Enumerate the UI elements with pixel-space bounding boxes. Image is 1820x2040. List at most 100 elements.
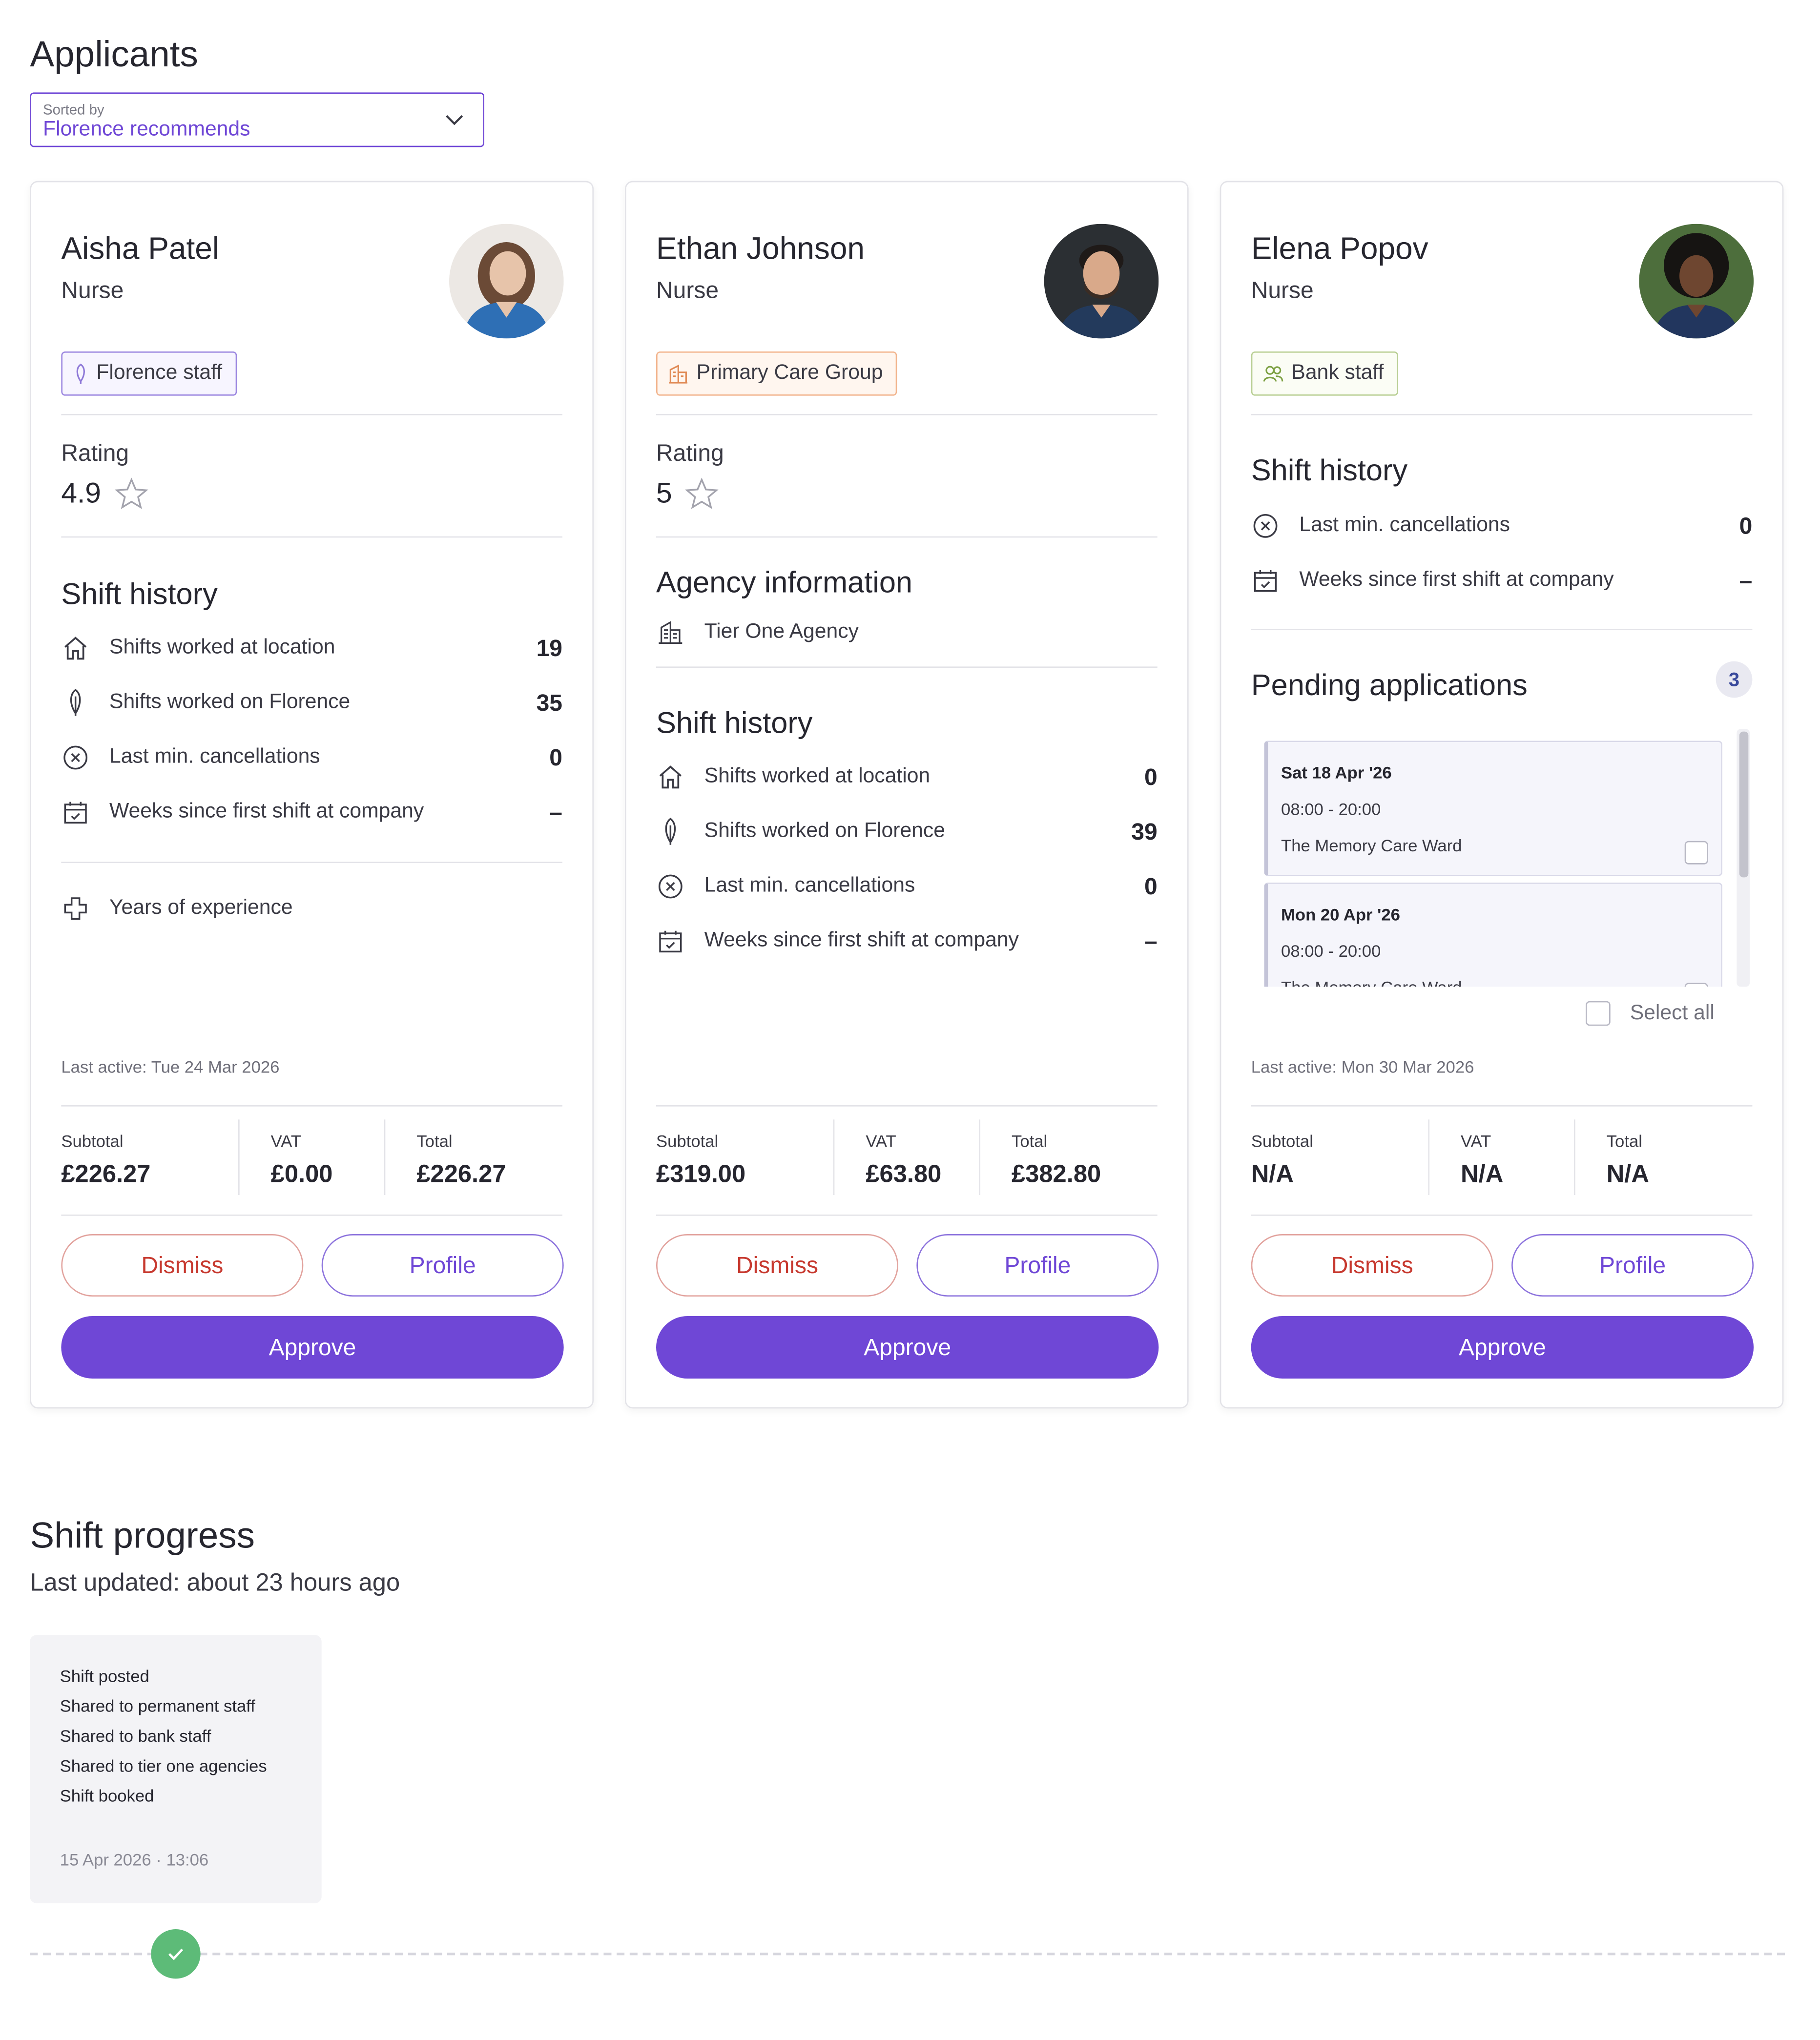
stat-label: Shifts worked at location [109, 637, 335, 659]
divider [1251, 1105, 1753, 1107]
medical-cross-icon [61, 894, 90, 923]
divider [61, 536, 563, 538]
select-all[interactable]: Select all [1586, 1001, 1715, 1026]
pending-time: 08:00 - 20:00 [1281, 941, 1381, 961]
sort-label: Sorted by [43, 103, 104, 119]
dismiss-button[interactable]: Dismiss [656, 1234, 899, 1297]
subtotal-label: Subtotal [656, 1131, 719, 1151]
subtotal-value: £319.00 [656, 1161, 746, 1189]
applicant-card: Elena Popov Nurse Bank staff Shift histo… [1220, 181, 1784, 1409]
stat-row: Weeks since first shift at company – [61, 797, 562, 828]
total: Total £226.27 [385, 1119, 555, 1197]
select-all-checkbox[interactable] [1586, 1001, 1611, 1026]
pending-checkbox[interactable] [1684, 983, 1708, 987]
section-title: Shift history [61, 577, 218, 611]
avatar[interactable] [1044, 224, 1159, 339]
stat-value: 0 [1739, 512, 1753, 538]
applicant-name: Elena Popov [1251, 231, 1428, 267]
staff-badge: Bank staff [1251, 351, 1398, 396]
stat-row: Last min. cancellations 0 [1251, 510, 1753, 541]
stat-label: Last min. cancellations [1299, 514, 1510, 536]
stat-row: Shifts worked at location 19 [61, 633, 562, 664]
staff-badge: Florence staff [61, 351, 237, 396]
subtotal-label: Subtotal [61, 1131, 124, 1151]
vat: VAT £0.00 [240, 1119, 384, 1197]
dismiss-button[interactable]: Dismiss [61, 1234, 304, 1297]
pending-item[interactable]: Mon 20 Apr '26 08:00 - 20:00 The Memory … [1264, 883, 1723, 987]
stat-value: 19 [536, 635, 563, 661]
sort-value: Florence recommends [43, 118, 250, 141]
badge-label: Primary Care Group [696, 362, 883, 384]
stat-row: Weeks since first shift at company – [1251, 565, 1753, 596]
stat-row: Last min. cancellations 0 [61, 742, 562, 773]
pending-list[interactable]: Sat 18 Apr '26 08:00 - 20:00 The Memory … [1251, 729, 1753, 987]
feather-icon [656, 818, 685, 846]
pending-count-badge: 3 [1716, 661, 1753, 698]
vat: VAT £63.80 [834, 1119, 979, 1197]
applicant-card: Ethan Johnson Nurse Primary Care Group R… [625, 181, 1189, 1409]
divider [61, 1215, 563, 1216]
star-icon [114, 477, 148, 509]
cancel-circle-icon [1251, 512, 1280, 540]
rating-value: 4.9 [61, 476, 148, 510]
profile-button[interactable]: Profile [1511, 1234, 1754, 1297]
section-title: Shift progress [30, 1515, 255, 1556]
total-value: £226.27 [416, 1161, 506, 1189]
sort-dropdown[interactable]: Sorted by Florence recommends [30, 92, 485, 147]
vat: VAT N/A [1429, 1119, 1574, 1197]
badge-label: Florence staff [96, 362, 223, 384]
timeline-event: Shared to bank staff [60, 1726, 211, 1746]
page: Applicants Sorted by Florence recommends… [0, 0, 1820, 2040]
section-title: Pending applications [1251, 668, 1528, 702]
profile-button[interactable]: Profile [321, 1234, 564, 1297]
rating-number: 5 [656, 476, 672, 509]
timeline-events: Shift posted Shared to permanent staff S… [60, 1664, 308, 1813]
page-title: Applicants [30, 34, 198, 75]
total-value: £382.80 [1012, 1161, 1101, 1189]
approve-button[interactable]: Approve [1251, 1316, 1754, 1379]
divider [656, 414, 1158, 415]
price-summary: Subtotal £319.00 VAT £63.80 Total £382.8… [656, 1119, 1158, 1197]
stat-label: Last min. cancellations [704, 875, 915, 897]
section-title: Shift history [1251, 453, 1408, 487]
vat-value: £63.80 [866, 1161, 942, 1189]
stat-value: 0 [1144, 763, 1158, 790]
vat-label: VAT [1461, 1131, 1491, 1151]
stat-value: – [1739, 567, 1753, 593]
subtotal: Subtotal £319.00 [656, 1119, 833, 1197]
approve-button[interactable]: Approve [61, 1316, 564, 1379]
scrollbar-thumb[interactable] [1739, 731, 1749, 878]
timeline-marker[interactable] [151, 1929, 201, 1979]
divider [61, 1105, 563, 1107]
stat-value: 39 [1131, 818, 1158, 845]
avatar[interactable] [449, 224, 564, 339]
cancel-circle-icon [656, 872, 685, 901]
pending-ward: The Memory Care Ward [1281, 978, 1462, 987]
building-icon [656, 618, 685, 647]
feather-icon [61, 689, 90, 718]
pending-checkbox[interactable] [1684, 841, 1708, 865]
stat-value: – [549, 799, 563, 825]
stat-label: Weeks since first shift at company [704, 929, 1019, 952]
divider [1251, 1215, 1753, 1216]
applicant-name: Aisha Patel [61, 231, 220, 267]
divider [656, 1105, 1158, 1107]
stat-row: Shifts worked at location 0 [656, 762, 1158, 793]
divider [61, 862, 563, 864]
total: Total £382.80 [980, 1119, 1150, 1197]
building-icon [669, 364, 688, 384]
timeline-timestamp: 15 Apr 2026 · 13:06 [60, 1850, 209, 1870]
dismiss-button[interactable]: Dismiss [1251, 1234, 1493, 1297]
stat-label: Weeks since first shift at company [109, 801, 424, 823]
timeline-event: Shared to tier one agencies [60, 1756, 267, 1776]
avatar[interactable] [1639, 224, 1754, 339]
pending-item[interactable]: Sat 18 Apr '26 08:00 - 20:00 The Memory … [1264, 741, 1723, 876]
last-active: Last active: Tue 24 Mar 2026 [61, 1057, 280, 1077]
calendar-check-icon [656, 927, 685, 956]
approve-button[interactable]: Approve [656, 1316, 1159, 1379]
check-icon [168, 1948, 184, 1960]
vat-label: VAT [270, 1131, 301, 1151]
profile-button[interactable]: Profile [916, 1234, 1159, 1297]
vat-value: £0.00 [270, 1161, 333, 1189]
rating-label: Rating [656, 440, 724, 466]
